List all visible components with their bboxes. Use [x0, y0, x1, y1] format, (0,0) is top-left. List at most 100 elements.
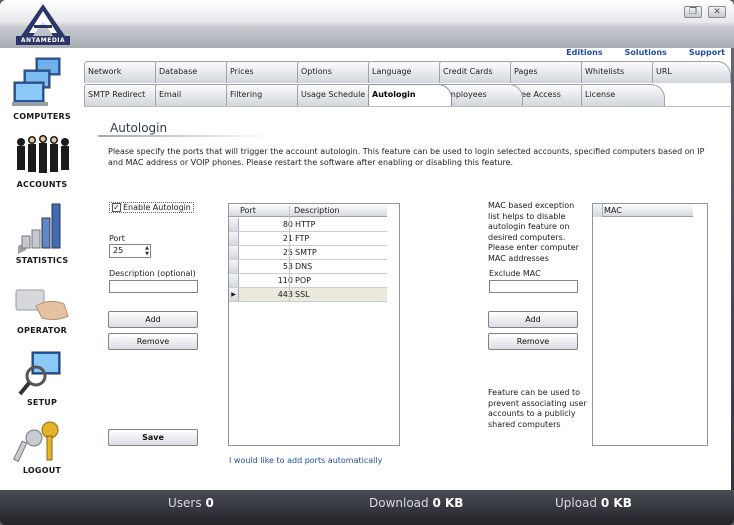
operator-icon: [15, 289, 69, 321]
restore-button[interactable]: ❐: [684, 6, 702, 18]
table-row[interactable]: 25 SMTP: [229, 246, 387, 260]
table-row[interactable]: 21 FTP: [229, 232, 387, 246]
sidebar-item-accounts[interactable]: ACCOUNTS: [0, 134, 84, 189]
support-link[interactable]: Support: [689, 48, 725, 60]
description-cell: FTP: [295, 234, 310, 243]
sidebar-item-label: STATISTICS: [15, 256, 69, 265]
title-bar: ANTAMEDIA ❐ ✕: [0, 0, 734, 48]
sidebar-item-label: SETUP: [26, 398, 58, 407]
description-cell: HTTP: [295, 220, 316, 229]
download-stat: Download 0 KB: [369, 496, 463, 510]
port-cell: 53: [282, 262, 293, 271]
table-row[interactable]: 110 POP: [229, 274, 387, 288]
port-cell: 25: [282, 248, 293, 257]
main-panel: Editions Solutions Support Network Datab…: [84, 48, 731, 490]
table-header: MAC: [593, 204, 693, 217]
port-value: 25: [113, 246, 124, 255]
statistics-icon: [18, 203, 61, 254]
add-ports-automatically-link[interactable]: I would like to add ports automatically: [229, 456, 382, 465]
column-header-mac[interactable]: MAC: [604, 206, 622, 215]
tab-autologin[interactable]: Autologin: [368, 84, 452, 107]
solutions-link[interactable]: Solutions: [625, 48, 667, 60]
computers-icon: [12, 57, 61, 106]
intro-text: Please specify the ports that will trigg…: [108, 147, 705, 167]
keys-icon: [13, 421, 59, 463]
app-window: ANTAMEDIA ❐ ✕ COMPUTERS ACCOUNTS STATIST…: [0, 0, 734, 525]
upload-label: Upload: [555, 496, 598, 510]
port-stepper[interactable]: 25 ▲ ▼: [109, 244, 151, 258]
enable-autologin-checkbox[interactable]: ✓ Enable Autologin: [109, 202, 194, 213]
sidebar-item-label: LOGOUT: [22, 466, 62, 475]
exclude-mac-input[interactable]: [489, 280, 578, 293]
row-selector[interactable]: [229, 246, 239, 259]
row-selector[interactable]: [229, 274, 239, 287]
sidebar-item-computers[interactable]: COMPUTERS: [0, 56, 84, 121]
row-selector[interactable]: [229, 218, 239, 231]
status-bar: Users 0 Download 0 KB Upload 0 KB: [0, 490, 734, 525]
table-row[interactable]: ▶ 443 SSL: [229, 288, 387, 302]
description-cell: SMTP: [295, 248, 317, 257]
add-mac-button[interactable]: Add: [488, 311, 578, 328]
add-port-button[interactable]: Add: [108, 311, 198, 328]
close-button[interactable]: ✕: [708, 6, 726, 18]
mac-table[interactable]: MAC: [592, 203, 708, 446]
stepper-arrows-icon[interactable]: ▲ ▼: [145, 245, 149, 257]
checkbox-check-icon: ✓: [112, 203, 121, 212]
ports-table[interactable]: Port Description 80 HTTP 21 FTP 25 SMTP 53 DNS 1…: [228, 203, 400, 446]
antamedia-logo: ANTAMEDIA: [16, 3, 70, 45]
description-cell: DNS: [295, 262, 313, 271]
save-button[interactable]: Save: [108, 429, 198, 446]
port-cell: 80: [282, 220, 293, 229]
description-label: Description (optional): [109, 269, 196, 278]
tab-divider: [84, 106, 731, 107]
setup-icon: [18, 351, 61, 396]
sidebar-item-label: OPERATOR: [17, 326, 67, 335]
description-cell: SSL: [295, 290, 310, 299]
restore-icon: ❐: [688, 7, 698, 17]
remove-port-button[interactable]: Remove: [108, 333, 198, 350]
upload-value: 0 KB: [600, 496, 632, 510]
port-label: Port: [109, 234, 125, 243]
port-cell: 110: [277, 276, 293, 285]
users-value: 0: [205, 496, 214, 510]
upload-stat: Upload 0 KB: [555, 496, 632, 510]
sidebar-item-logout[interactable]: LOGOUT: [0, 420, 84, 475]
table-header: Port Description: [229, 204, 387, 219]
top-links: Editions Solutions Support: [566, 48, 725, 60]
table-row[interactable]: 53 DNS: [229, 260, 387, 274]
tab-url[interactable]: URL: [652, 61, 731, 83]
row-selector[interactable]: [229, 232, 239, 245]
sidebar-item-label: ACCOUNTS: [16, 180, 68, 189]
feature-note: Feature can be used to prevent associati…: [488, 388, 587, 429]
port-cell: 21: [282, 234, 293, 243]
row-selector-arrow-icon[interactable]: ▶: [229, 288, 239, 301]
description-input[interactable]: [109, 280, 198, 293]
users-label: Users: [168, 496, 202, 510]
logo-a-icon: [21, 4, 65, 36]
column-header-description[interactable]: Description: [294, 206, 340, 215]
column-header-port[interactable]: Port: [240, 206, 256, 215]
sidebar-item-operator[interactable]: OPERATOR: [0, 286, 84, 335]
accounts-icon: [17, 135, 69, 173]
mac-description: MAC based exception list helps to disabl…: [488, 201, 579, 263]
sidebar-item-setup[interactable]: SETUP: [0, 350, 84, 407]
remove-mac-button[interactable]: Remove: [488, 333, 578, 350]
description-cell: POP: [295, 276, 311, 285]
port-cell: 443: [277, 290, 293, 299]
sidebar-item-label: COMPUTERS: [13, 112, 71, 121]
page-title: Autologin: [110, 121, 168, 135]
row-selector[interactable]: [229, 260, 239, 273]
close-icon: ✕: [713, 7, 721, 17]
enable-autologin-label: Enable Autologin: [123, 203, 191, 212]
download-label: Download: [369, 496, 429, 510]
sidebar: COMPUTERS ACCOUNTS STATISTICS OPERATOR S…: [0, 48, 84, 490]
logo-text: ANTAMEDIA: [16, 36, 70, 45]
sidebar-item-statistics[interactable]: STATISTICS: [0, 202, 84, 265]
tab-license[interactable]: License: [581, 84, 665, 106]
download-value: 0 KB: [432, 496, 464, 510]
users-stat: Users 0: [168, 496, 214, 510]
table-row[interactable]: 80 HTTP: [229, 218, 387, 232]
title-underline: [98, 135, 268, 137]
exclude-mac-label: Exclude MAC: [489, 269, 541, 278]
editions-link[interactable]: Editions: [566, 48, 602, 60]
